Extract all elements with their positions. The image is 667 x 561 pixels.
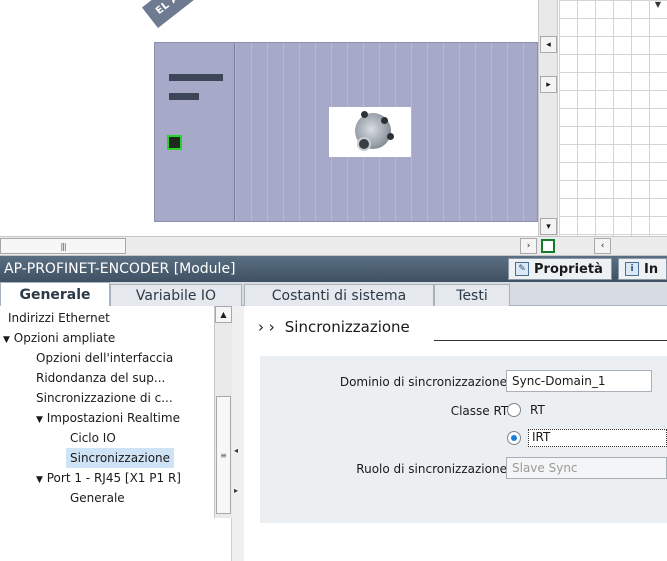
scroll-left-arrow-icon[interactable]: ◂ (540, 36, 557, 53)
tab-io-variables[interactable]: Variabile IO (110, 284, 242, 306)
expand-arrow-icon[interactable]: ▼ (3, 335, 10, 345)
info-icon: i (625, 262, 639, 276)
device-rack[interactable] (154, 42, 538, 222)
expand-arrow-icon[interactable]: ▼ (36, 475, 43, 485)
sync-domain-field[interactable]: Sync-Domain_1 (506, 370, 652, 392)
tab-properties-label: Proprietà (534, 261, 603, 277)
sync-domain-label: Dominio di sincronizzazione: (339, 375, 511, 389)
encoder-icon[interactable] (329, 107, 411, 157)
overview-toggle-icon[interactable] (541, 239, 555, 253)
panel-splitter[interactable]: ◂ ▸ (232, 306, 244, 561)
collapse-right-icon[interactable]: ▸ (234, 486, 239, 500)
encoder-shaft (357, 137, 371, 151)
tab-info[interactable]: i In (618, 258, 667, 280)
inspector-tabs: Generale Variabile IO Costanti di sistem… (0, 282, 667, 307)
collapse-left-icon[interactable]: ◂ (234, 446, 239, 460)
expand-arrow-icon[interactable]: ▼ (36, 415, 43, 425)
tree-item-media-redundancy[interactable]: Ridondanza del sup... (36, 368, 165, 388)
encoder-bolt (381, 117, 388, 124)
tab-system-constants[interactable]: Costanti di sistema (244, 284, 434, 306)
navigation-tree: Indirizzi Ethernet ▼ Opzioni ampliate Op… (0, 306, 232, 561)
irt-radio[interactable] (507, 431, 521, 445)
tree-item-ethernet-addresses[interactable]: Indirizzi Ethernet (8, 308, 110, 328)
tree-item-label: Generale (70, 491, 125, 505)
tree-item-interface-options[interactable]: Opzioni dell'interfaccia (36, 348, 173, 368)
sync-settings-box: Dominio di sincronizzazione: Sync-Domain… (260, 356, 667, 523)
ethernet-port-icon[interactable] (167, 135, 182, 150)
device-view: EL AP (0, 0, 538, 236)
tab-general[interactable]: Generale (0, 282, 110, 307)
tree-scrollbar[interactable]: ▲ ≡ (214, 306, 232, 518)
section-title: Sincronizzazione (284, 318, 410, 336)
scroll-down-arrow-icon[interactable]: ▾ (540, 218, 557, 235)
tree-item-port-general[interactable]: Generale (70, 488, 125, 508)
irt-radio-label[interactable]: IRT (528, 429, 667, 447)
tree-item-label: Indirizzi Ethernet (8, 311, 110, 325)
tab-info-label: In (644, 261, 659, 277)
breadcrumb-arrows: › › (258, 318, 275, 336)
tree-item-io-cycle[interactable]: Ciclo IO (70, 428, 116, 448)
tree-item-label: Ciclo IO (70, 431, 116, 445)
device-tag[interactable]: EL AP (141, 0, 199, 29)
scroll-right-arrow-icon[interactable]: ▸ (540, 76, 557, 93)
tree-scroll-thumb[interactable]: ≡ (216, 396, 231, 514)
tree-item-clock-sync[interactable]: Sincronizzazione di c... (36, 388, 173, 408)
module-title: AP-PROFINET-ENCODER [Module] (4, 261, 236, 277)
encoder-bolt (361, 111, 368, 118)
rt-radio-label[interactable]: RT (530, 403, 545, 417)
tree-item-extended-options[interactable]: ▼ Opzioni ampliate (3, 328, 115, 348)
scroll-right-icon[interactable]: › (520, 238, 537, 254)
section-divider (434, 340, 667, 341)
tab-texts[interactable]: Testi (434, 284, 510, 306)
module-bar-1 (169, 74, 223, 81)
tree-item-label: Ridondanza del sup... (36, 371, 166, 385)
tree-item-label: Sincronizzazione (70, 451, 171, 465)
device-view-vscroll[interactable]: ◂ ▸ ▾ (538, 0, 558, 236)
tree-item-label: Opzioni ampliate (13, 331, 116, 345)
tree-item-label: Sincronizzazione di c... (36, 391, 173, 405)
tree-item-synchronization[interactable]: Sincronizzazione (66, 448, 175, 468)
scroll-up-arrow-icon[interactable]: ▲ (215, 306, 232, 323)
section-header[interactable]: › › Sincronizzazione (258, 318, 410, 336)
device-view-hscroll[interactable]: ||| › ‹ (0, 236, 667, 256)
tree-item-label: Opzioni dell'interfaccia (36, 351, 174, 365)
hscroll-thumb[interactable]: ||| (0, 238, 126, 254)
tree-item-label: Impostazioni Realtime (46, 411, 180, 425)
properties-icon: ✎ (515, 262, 529, 276)
scroll-left-icon[interactable]: ‹ (594, 238, 611, 254)
inspector-title-bar: AP-PROFINET-ENCODER [Module] ✎ Proprietà… (0, 256, 667, 282)
tab-properties[interactable]: ✎ Proprietà (508, 258, 612, 280)
overview-grid: ▼ (559, 0, 667, 236)
tree-item-realtime-settings[interactable]: ▼ Impostazioni Realtime (36, 408, 180, 428)
tree-item-label: Port 1 - RJ45 [X1 P1 R] (46, 471, 181, 485)
module-bar-2 (169, 93, 199, 100)
properties-content: › › Sincronizzazione Dominio di sincroni… (244, 306, 667, 561)
sync-role-field[interactable]: Slave Sync (506, 457, 667, 479)
sync-role-label: Ruolo di sincronizzazione: (356, 462, 511, 476)
caret-down-icon[interactable]: ▼ (655, 0, 661, 9)
tree-item-port-1[interactable]: ▼ Port 1 - RJ45 [X1 P1 R] (36, 468, 181, 488)
rt-radio[interactable] (507, 403, 521, 417)
rack-head-slot[interactable] (155, 43, 235, 221)
encoder-bolt (387, 133, 394, 140)
rt-class-label: Classe RT: (450, 404, 511, 418)
